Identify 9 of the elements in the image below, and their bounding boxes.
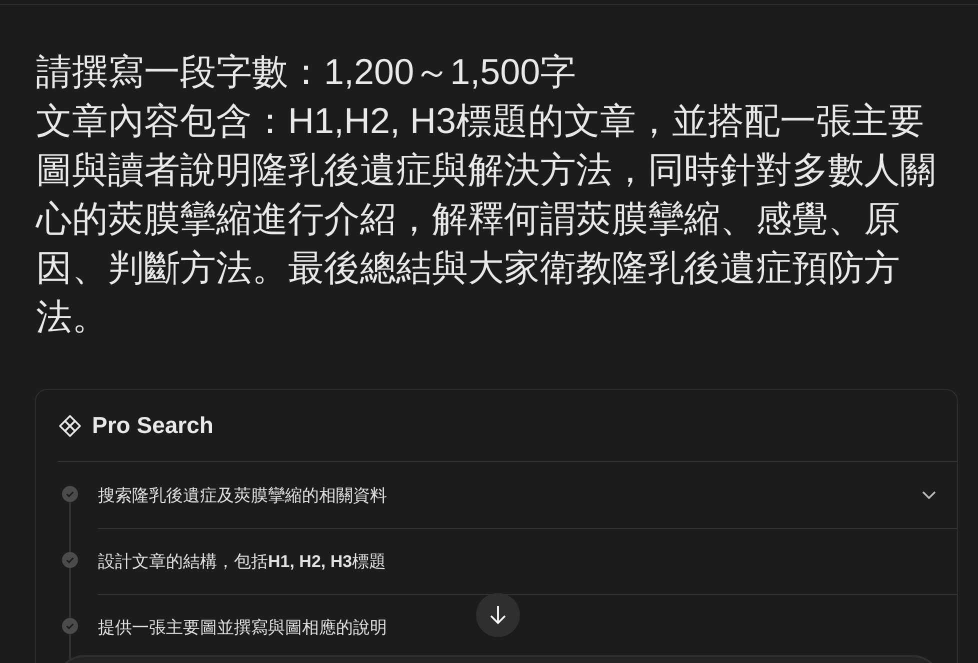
step-text: 設計文章的結構，包括H1, H2, H3標題 [98,551,386,573]
question-text: 請撰寫一段字數：1,200～1,500字 [36,50,578,94]
step-text: 搜索隆乳後遺症及莢膜攣縮的相關資料 [98,484,387,506]
step-text: 提供一張主要圖並撰寫與圖相應的說明 [98,617,387,639]
pro-search-title: Pro Search [92,412,214,439]
scroll-down-button[interactable] [476,593,520,637]
question-text: 文章內容包含：H1,H2, H3標題的文章，並搭配一張主要圖與讀者說明隆乳後遺症與解決方法，同時針對多數人關心的莢膜攣縮進行介紹，解釋何謂莢膜攣縮、感覺、原因、判斷方法。最後總結與大家衛教隆乳後遺症預防方法。 [36,99,937,339]
pro-search-icon [58,414,82,438]
arrow-down-icon [489,605,507,625]
